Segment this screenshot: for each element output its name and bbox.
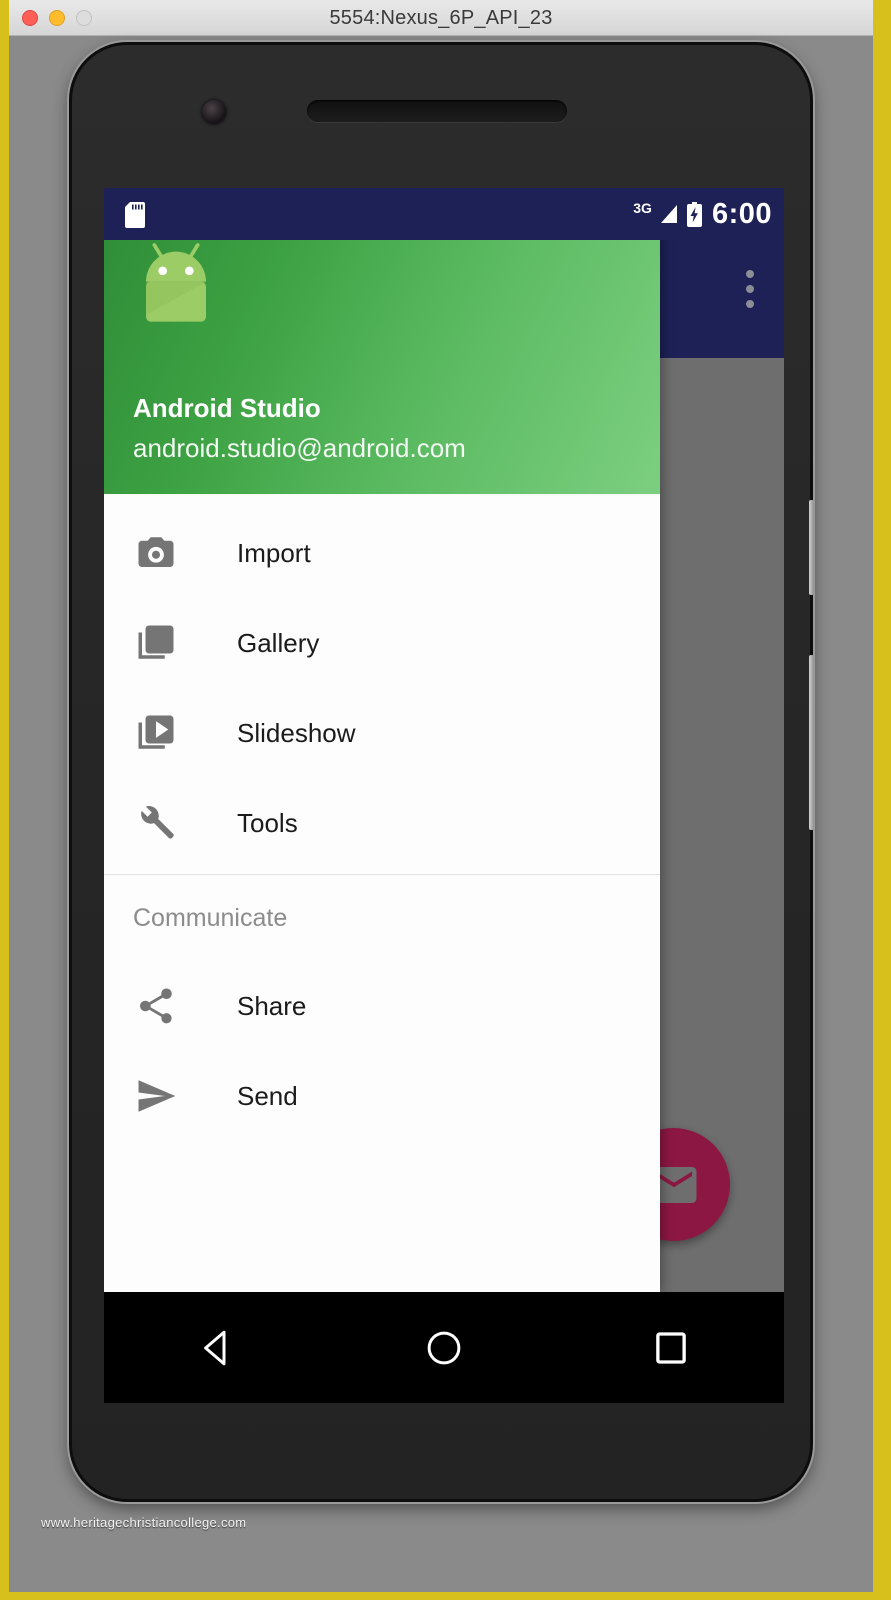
drawer-item-gallery[interactable]: Gallery (104, 598, 660, 688)
nav-recents-button[interactable] (611, 1292, 731, 1403)
drawer-item-label: Send (237, 1080, 298, 1111)
status-bar: 3G 6:00 (104, 188, 784, 240)
drawer-item-import[interactable]: Import (104, 508, 660, 598)
phone-device-frame: Android Studio android.studio@android.co… (69, 42, 814, 1502)
drawer-group-communicate: Communicate Share Send (104, 875, 660, 1141)
nav-home-button[interactable] (384, 1292, 504, 1403)
power-button[interactable] (809, 500, 814, 595)
drawer-item-share[interactable]: Share (104, 961, 660, 1051)
status-bar-right: 3G 6:00 (633, 188, 772, 240)
sd-card-icon (125, 202, 145, 228)
window-title: 5554:Nexus_6P_API_23 (329, 7, 553, 29)
emulator-window: 5554:Nexus_6P_API_23 Android Studio andr… (9, 0, 873, 1592)
status-bar-time: 6:00 (711, 197, 772, 230)
network-type-label: 3G (633, 200, 652, 216)
android-robot-icon (146, 243, 206, 322)
signal-triangle-icon (660, 205, 677, 223)
drawer-item-label: Tools (237, 807, 298, 838)
earpiece-speaker (307, 100, 567, 122)
account-email: android.studio@android.com (133, 433, 466, 463)
drawer-item-send[interactable]: Send (104, 1051, 660, 1141)
outer-frame: 5554:Nexus_6P_API_23 Android Studio andr… (0, 0, 891, 1600)
battery-charging-icon (686, 201, 702, 227)
video-library-icon (132, 709, 180, 757)
drawer-item-label: Slideshow (237, 717, 356, 748)
watermark-text: www.heritagechristiancollege.com (41, 1515, 247, 1530)
front-camera-icon (202, 100, 226, 124)
share-icon (132, 982, 180, 1030)
drawer-item-label: Import (237, 537, 311, 568)
camera-icon (132, 529, 180, 577)
wrench-icon (132, 799, 180, 847)
volume-button[interactable] (809, 655, 814, 830)
navigation-drawer: Android Studio android.studio@android.co… (104, 188, 660, 1292)
window-titlebar: 5554:Nexus_6P_API_23 (9, 0, 873, 36)
drawer-item-label: Share (237, 990, 307, 1021)
home-circle-icon (427, 1331, 461, 1364)
back-triangle-icon (204, 1330, 226, 1365)
overflow-menu-icon[interactable] (746, 270, 754, 308)
recents-square-icon (655, 1331, 686, 1364)
photo-library-icon (132, 619, 180, 667)
drawer-subheader: Communicate (133, 903, 288, 932)
device-screen: Android Studio android.studio@android.co… (104, 188, 784, 1403)
nav-back-button[interactable] (157, 1292, 277, 1403)
drawer-item-label: Gallery (237, 627, 320, 658)
system-navigation-bar (104, 1292, 784, 1403)
drawer-group-primary: Import Gallery Slideshow Tools (104, 494, 660, 868)
drawer-item-slideshow[interactable]: Slideshow (104, 688, 660, 778)
send-icon (132, 1072, 180, 1120)
drawer-item-tools[interactable]: Tools (104, 778, 660, 868)
account-name: Android Studio (133, 393, 321, 423)
